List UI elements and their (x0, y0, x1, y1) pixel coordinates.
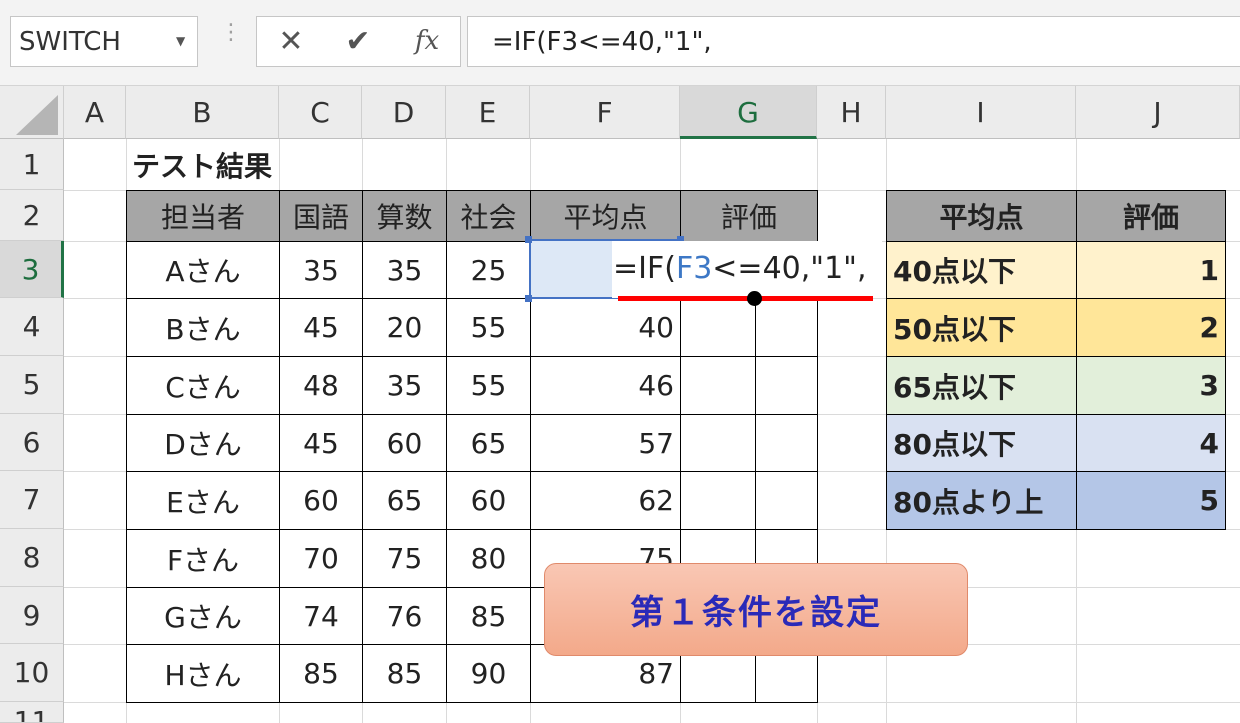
column-header-d[interactable]: D (362, 86, 446, 139)
column-header-b[interactable]: B (126, 86, 279, 139)
table-cell-sansu[interactable]: 35 (362, 356, 447, 415)
table-cell-kokugo[interactable]: 74 (279, 587, 363, 645)
row-header-11[interactable]: 11 (0, 702, 64, 723)
table-cell-name[interactable]: Hさん (126, 644, 280, 703)
table-cell-sansu[interactable]: 76 (362, 587, 447, 645)
table-cell-shakai[interactable]: 80 (446, 529, 531, 588)
resize-handle[interactable] (525, 295, 532, 302)
row-header-2[interactable]: 2 (0, 190, 64, 241)
in-cell-formula[interactable]: =IF(F3<=40,"1", (613, 251, 867, 286)
table-cell-grade[interactable] (680, 356, 818, 415)
lookup-header-grade[interactable]: 評価 (1076, 190, 1226, 242)
table-cell-shakai[interactable]: 25 (446, 241, 531, 299)
table-cell-sansu[interactable]: 35 (362, 241, 447, 299)
table-cell-average[interactable]: 62 (530, 471, 681, 530)
column-header-h[interactable]: H (817, 86, 886, 139)
row-header-7[interactable]: 7 (0, 471, 64, 529)
row-header-8[interactable]: 8 (0, 529, 64, 587)
table-cell-sansu[interactable]: 65 (362, 471, 447, 530)
row-header-4[interactable]: 4 (0, 298, 64, 356)
table-cell-name[interactable]: Fさん (126, 529, 280, 588)
table-cell-grade[interactable] (680, 471, 818, 530)
table-cell-kokugo[interactable]: 35 (279, 241, 363, 299)
header-cell-average[interactable]: 平均点 (530, 190, 681, 242)
table-cell-average[interactable]: 46 (530, 356, 681, 415)
lookup-grade-cell[interactable]: 1 (1076, 241, 1226, 299)
table-cell-average[interactable]: 40 (530, 298, 681, 357)
row-header-6[interactable]: 6 (0, 414, 64, 471)
table-cell-shakai[interactable]: 55 (446, 356, 531, 415)
chevron-down-icon[interactable]: ▼ (176, 34, 185, 48)
row-header-9[interactable]: 9 (0, 587, 64, 644)
lookup-grade-cell[interactable]: 4 (1076, 414, 1226, 472)
row-header-10[interactable]: 10 (0, 644, 64, 702)
drag-handle-icon[interactable]: ⋮ (220, 22, 242, 44)
header-cell-grade[interactable]: 評価 (680, 190, 818, 242)
lookup-grade-cell[interactable]: 3 (1076, 356, 1226, 415)
row-header-5[interactable]: 5 (0, 356, 64, 414)
table-cell-kokugo[interactable]: 48 (279, 356, 363, 415)
column-header-e[interactable]: E (446, 86, 530, 139)
table-cell-name[interactable]: Aさん (126, 241, 280, 299)
enter-icon[interactable]: ✔ (333, 16, 383, 67)
callout-banner: 第１条件を設定 (544, 563, 968, 656)
pointer-dot (747, 291, 762, 306)
table-cell-grade[interactable] (680, 298, 818, 357)
column-header-f[interactable]: F (530, 86, 680, 139)
table-cell-kokugo[interactable]: 45 (279, 298, 363, 357)
red-underline (618, 296, 873, 301)
table-cell-kokugo[interactable]: 85 (279, 644, 363, 703)
table-cell-sansu[interactable]: 60 (362, 414, 447, 472)
table-cell-name[interactable]: Gさん (126, 587, 280, 645)
table-cell-shakai[interactable]: 90 (446, 644, 531, 703)
sheet-title: テスト結果 (132, 149, 273, 183)
table-cell-name[interactable]: Bさん (126, 298, 280, 357)
lookup-grade-cell[interactable]: 5 (1076, 471, 1226, 530)
lookup-range-cell[interactable]: 80点以下 (886, 414, 1077, 472)
row-header-1[interactable]: 1 (0, 139, 64, 190)
header-cell-sansu[interactable]: 算数 (362, 190, 447, 242)
formula-suffix: <=40,"1", (712, 251, 867, 286)
table-cell-sansu[interactable]: 20 (362, 298, 447, 357)
name-box[interactable]: SWITCH (10, 16, 198, 67)
formula-reference: F3 (675, 251, 713, 286)
resize-handle[interactable] (525, 236, 532, 243)
table-cell-sansu[interactable]: 85 (362, 644, 447, 703)
lookup-range-cell[interactable]: 40点以下 (886, 241, 1077, 299)
insert-function-icon[interactable]: fx (402, 16, 452, 67)
table-cell-grade[interactable] (680, 414, 818, 472)
header-cell-kokugo[interactable]: 国語 (279, 190, 363, 242)
lookup-header-average[interactable]: 平均点 (886, 190, 1077, 242)
lookup-range-cell[interactable]: 65点以下 (886, 356, 1077, 415)
select-all-icon (16, 95, 58, 135)
table-cell-average[interactable]: 57 (530, 414, 681, 472)
table-cell-name[interactable]: Eさん (126, 471, 280, 530)
cancel-icon[interactable]: ✕ (266, 16, 316, 67)
table-cell-sansu[interactable]: 75 (362, 529, 447, 588)
column-header-c[interactable]: C (279, 86, 362, 139)
row-header-3[interactable]: 3 (0, 241, 64, 298)
table-cell-shakai[interactable]: 55 (446, 298, 531, 357)
header-cell-shakai[interactable]: 社会 (446, 190, 531, 242)
table-cell-kokugo[interactable]: 60 (279, 471, 363, 530)
table-cell-name[interactable]: Cさん (126, 356, 280, 415)
lookup-range-cell[interactable]: 50点以下 (886, 298, 1077, 357)
table-cell-name[interactable]: Dさん (126, 414, 280, 472)
table-cell-shakai[interactable]: 60 (446, 471, 531, 530)
column-header-g[interactable]: G (680, 86, 817, 139)
table-cell-shakai[interactable]: 65 (446, 414, 531, 472)
column-header-a[interactable]: A (64, 86, 126, 139)
table-cell-kokugo[interactable]: 45 (279, 414, 363, 472)
formula-input[interactable]: =IF(F3<=40,"1", (467, 16, 1240, 67)
formula-prefix: =IF( (613, 251, 676, 286)
table-cell-shakai[interactable]: 85 (446, 587, 531, 645)
table-cell-kokugo[interactable]: 70 (279, 529, 363, 588)
lookup-range-cell[interactable]: 80点より上 (886, 471, 1077, 530)
column-header-j[interactable]: J (1076, 86, 1240, 139)
header-cell-name[interactable]: 担当者 (126, 190, 280, 242)
column-header-i[interactable]: I (886, 86, 1076, 139)
lookup-grade-cell[interactable]: 2 (1076, 298, 1226, 357)
